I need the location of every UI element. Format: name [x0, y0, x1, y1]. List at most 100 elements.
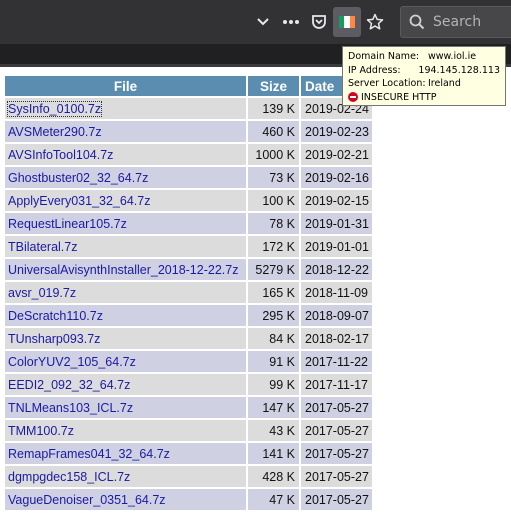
- file-link[interactable]: AVSInfoTool104.7z: [8, 148, 113, 162]
- size-cell: 147 K: [247, 396, 300, 419]
- size-cell: 100 K: [247, 189, 300, 212]
- date-cell: 2019-01-01: [300, 235, 373, 258]
- date-cell: 2018-11-09: [300, 281, 373, 304]
- table-row: avsr_019.7z 165 K 2018-11-09: [4, 281, 373, 304]
- size-cell: 47 K: [247, 488, 300, 511]
- page-content: File Size Date SysInfo_0100.7z 139 K 2019-…: [0, 67, 511, 514]
- date-cell: 2017-05-27: [300, 442, 373, 465]
- size-cell: 99 K: [247, 373, 300, 396]
- date-cell: 2017-05-27: [300, 488, 373, 511]
- file-link[interactable]: RemapFrames041_32_64.7z: [8, 447, 170, 461]
- table-row: RequestLinear105.7z 78 K 2019-01-31: [4, 212, 373, 235]
- file-link[interactable]: TUnsharp093.7z: [8, 332, 100, 346]
- table-row: DeScratch110.7z 295 K 2018-09-07: [4, 304, 373, 327]
- table-row: ApplyEvery031_32_64.7z 100 K 2019-02-15: [4, 189, 373, 212]
- table-row: Ghostbuster02_32_64.7z 73 K 2019-02-16: [4, 166, 373, 189]
- file-link[interactable]: EEDI2_092_32_64.7z: [8, 378, 130, 392]
- file-link[interactable]: AVSMeter290.7z: [8, 125, 102, 139]
- table-row: TUnsharp093.7z 84 K 2018-02-17: [4, 327, 373, 350]
- column-header-file[interactable]: File: [4, 75, 247, 97]
- ip-label: IP Address:: [348, 64, 401, 76]
- site-identity-tooltip: Domain Name: www.iol.ie IP Address: 194.14…: [342, 46, 506, 106]
- table-row: UniversalAvisynthInstaller_2018-12-22.7z…: [4, 258, 373, 281]
- size-cell: 139 K: [247, 97, 300, 120]
- file-cell: TMM100.7z: [4, 419, 247, 442]
- file-cell: TNLMeans103_ICL.7z: [4, 396, 247, 419]
- domain-value: www.iol.ie: [428, 51, 477, 62]
- ireland-flag-icon: [339, 16, 355, 28]
- search-icon: [409, 14, 425, 34]
- size-cell: 5279 K: [247, 258, 300, 281]
- date-cell: 2018-12-22: [300, 258, 373, 281]
- size-cell: 84 K: [247, 327, 300, 350]
- file-cell: Ghostbuster02_32_64.7z: [4, 166, 247, 189]
- date-cell: 2019-02-16: [300, 166, 373, 189]
- date-cell: 2019-02-23: [300, 120, 373, 143]
- column-header-size[interactable]: Size: [247, 75, 300, 97]
- star-icon[interactable]: [362, 9, 388, 35]
- location-label: Server Location:: [348, 78, 426, 89]
- table-row: AVSInfoTool104.7z 1000 K 2019-02-21: [4, 143, 373, 166]
- file-link[interactable]: ColorYUV2_105_64.7z: [8, 355, 136, 369]
- table-row: TNLMeans103_ICL.7z 147 K 2017-05-27: [4, 396, 373, 419]
- file-cell: ApplyEvery031_32_64.7z: [4, 189, 247, 212]
- file-link[interactable]: SysInfo_0100.7z: [6, 100, 103, 117]
- file-link[interactable]: TNLMeans103_ICL.7z: [8, 401, 133, 415]
- size-cell: 141 K: [247, 442, 300, 465]
- ip-value: 194.145.128.113: [418, 64, 500, 76]
- more-dots-icon[interactable]: [278, 9, 304, 35]
- table-row: SysInfo_0100.7z 139 K 2019-02-24: [4, 97, 373, 120]
- chevron-down-icon[interactable]: [250, 9, 276, 35]
- file-link[interactable]: UniversalAvisynthInstaller_2018-12-22.7z: [8, 263, 238, 277]
- file-cell: dgmpgdec158_ICL.7z: [4, 465, 247, 488]
- file-link[interactable]: DeScratch110.7z: [8, 309, 103, 323]
- table-row: VagueDenoiser_0351_64.7z 47 K 2017-05-27: [4, 488, 373, 511]
- file-cell: TBilateral.7z: [4, 235, 247, 258]
- file-cell: AVSInfoTool104.7z: [4, 143, 247, 166]
- date-cell: 2017-05-27: [300, 465, 373, 488]
- insecure-label: INSECURE HTTP: [361, 91, 437, 103]
- file-cell: TUnsharp093.7z: [4, 327, 247, 350]
- file-link[interactable]: TMM100.7z: [8, 424, 74, 438]
- file-cell: AVSMeter290.7z: [4, 120, 247, 143]
- file-cell: ColorYUV2_105_64.7z: [4, 350, 247, 373]
- size-cell: 73 K: [247, 166, 300, 189]
- file-link[interactable]: avsr_019.7z: [8, 286, 76, 300]
- site-identity-button[interactable]: [333, 7, 361, 37]
- domain-label: Domain Name:: [348, 51, 420, 62]
- file-link[interactable]: RequestLinear105.7z: [8, 217, 127, 231]
- file-link[interactable]: TBilateral.7z: [8, 240, 77, 254]
- size-cell: 460 K: [247, 120, 300, 143]
- file-cell: DeScratch110.7z: [4, 304, 247, 327]
- file-link[interactable]: VagueDenoiser_0351_64.7z: [8, 493, 166, 507]
- file-link[interactable]: ApplyEvery031_32_64.7z: [8, 194, 150, 208]
- file-link[interactable]: dgmpgdec158_ICL.7z: [8, 470, 130, 484]
- size-cell: 78 K: [247, 212, 300, 235]
- table-row: ColorYUV2_105_64.7z 91 K 2017-11-22: [4, 350, 373, 373]
- no-entry-icon: [348, 92, 358, 103]
- size-cell: 295 K: [247, 304, 300, 327]
- file-cell: EEDI2_092_32_64.7z: [4, 373, 247, 396]
- search-input[interactable]: Search: [400, 6, 511, 38]
- size-cell: 91 K: [247, 350, 300, 373]
- date-cell: 2017-05-27: [300, 419, 373, 442]
- size-cell: 165 K: [247, 281, 300, 304]
- table-row: TMM100.7z 43 K 2017-05-27: [4, 419, 373, 442]
- size-cell: 43 K: [247, 419, 300, 442]
- date-cell: 2017-11-22: [300, 350, 373, 373]
- date-cell: 2019-01-31: [300, 212, 373, 235]
- search-placeholder: Search: [433, 14, 482, 30]
- date-cell: 2017-05-27: [300, 396, 373, 419]
- file-cell: SysInfo_0100.7z: [4, 97, 247, 120]
- table-row: TBilateral.7z 172 K 2019-01-01: [4, 235, 373, 258]
- location-value: Ireland: [428, 78, 461, 89]
- table-row: EEDI2_092_32_64.7z 99 K 2017-11-17: [4, 373, 373, 396]
- file-cell: avsr_019.7z: [4, 281, 247, 304]
- file-table: File Size Date SysInfo_0100.7z 139 K 2019-…: [4, 75, 373, 511]
- file-link[interactable]: Ghostbuster02_32_64.7z: [8, 171, 148, 185]
- file-cell: UniversalAvisynthInstaller_2018-12-22.7z: [4, 258, 247, 281]
- file-cell: RemapFrames041_32_64.7z: [4, 442, 247, 465]
- table-row: RemapFrames041_32_64.7z 141 K 2017-05-27: [4, 442, 373, 465]
- pocket-icon[interactable]: [306, 9, 332, 35]
- table-header-row: File Size Date: [4, 75, 373, 97]
